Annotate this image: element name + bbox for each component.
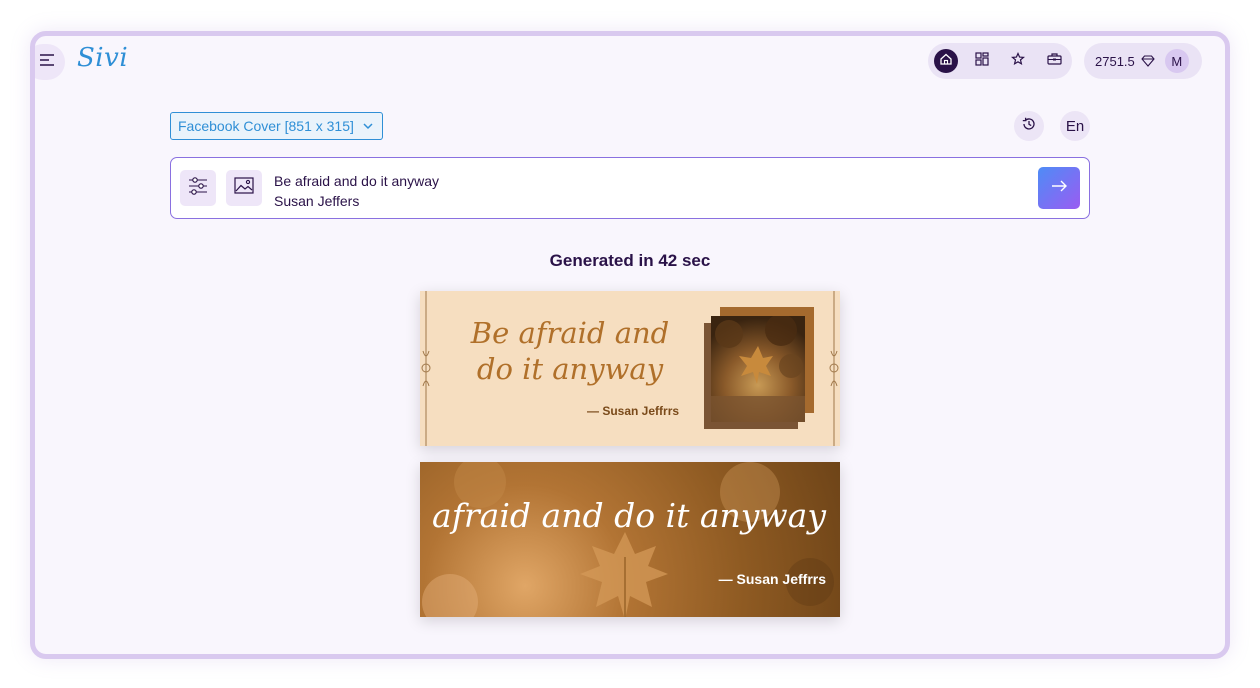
prompt-line-2: Susan Jeffers: [274, 193, 360, 209]
diamond-icon: [1141, 55, 1155, 67]
sliders-icon: [188, 176, 208, 200]
image-icon: [234, 177, 254, 199]
design-preview-2[interactable]: Be afraid and do it anyway — Susan Jeffr…: [420, 462, 840, 617]
design-2-quote: Be afraid and do it anyway: [420, 496, 826, 535]
credits-pill[interactable]: 2751.5 M: [1084, 43, 1202, 79]
chevron-down-icon: [362, 121, 374, 131]
prompt-input[interactable]: Be afraid and do it anyway Susan Jeffers: [274, 171, 439, 211]
app-window: Sivi 2751.5 M Facebook Cover [851 x 315]…: [30, 31, 1230, 659]
nav-favorites-button[interactable]: [1006, 49, 1030, 73]
nav-home-button[interactable]: [934, 49, 958, 73]
nav-templates-button[interactable]: [970, 49, 994, 73]
nav-brand-kit-button[interactable]: [1042, 49, 1066, 73]
briefcase-icon: [1046, 52, 1062, 71]
settings-button[interactable]: [180, 170, 216, 206]
design-1-quote: Be afraid and do it anyway: [470, 316, 670, 386]
generated-time-label: Generated in 42 sec: [549, 251, 711, 270]
design-1-author: — Susan Jeffrrs: [587, 404, 680, 418]
design-2-author: — Susan Jeffrrs: [718, 571, 826, 587]
maple-leaf-background: [422, 462, 834, 617]
app-logo[interactable]: Sivi: [77, 43, 128, 73]
prompt-line-1: Be afraid and do it anyway: [274, 173, 439, 189]
generate-button[interactable]: [1038, 167, 1080, 209]
history-button[interactable]: [1014, 111, 1044, 141]
design-preview-1[interactable]: Be afraid and do it anyway — Susan Jeffr…: [420, 291, 840, 446]
image-upload-button[interactable]: [226, 170, 262, 206]
prompt-box: Be afraid and do it anyway Susan Jeffers: [170, 157, 1090, 219]
language-button[interactable]: En: [1060, 111, 1090, 141]
hamburger-icon: [35, 53, 55, 72]
language-label: En: [1065, 117, 1085, 135]
autumn-leaf-photo: [711, 316, 805, 422]
menu-button[interactable]: [35, 44, 65, 80]
arrow-right-icon: [1050, 179, 1068, 198]
size-dropdown[interactable]: Facebook Cover [851 x 315]: [170, 112, 383, 140]
star-icon: [1010, 51, 1026, 71]
main-nav: [928, 43, 1072, 79]
user-avatar[interactable]: M: [1164, 49, 1189, 73]
history-icon: [1021, 116, 1037, 137]
grid-icon: [975, 51, 989, 71]
home-icon: [939, 52, 953, 71]
credits-value: 2751.5: [1095, 53, 1135, 69]
size-dropdown-value: Facebook Cover [851 x 315]: [178, 118, 354, 134]
